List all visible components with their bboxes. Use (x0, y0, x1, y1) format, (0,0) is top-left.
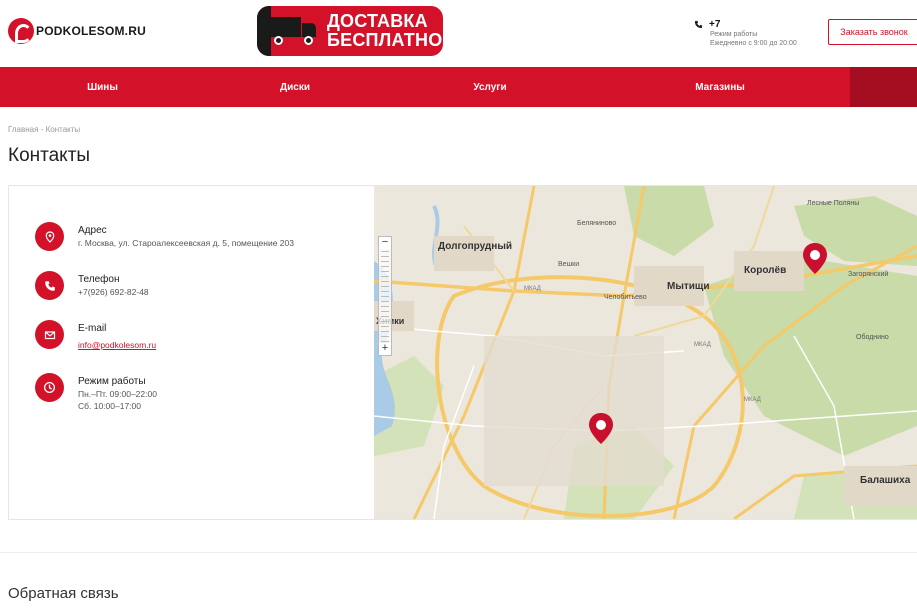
map-label-dolgoprudny: Долгопрудный (438, 241, 512, 252)
callback-button[interactable]: Заказать звонок (828, 19, 917, 45)
contact-info-list: Адрес г. Москва, ул. Староалексеевская д… (35, 222, 294, 432)
map-label-mkad-3: МКАД (744, 397, 761, 403)
email-link[interactable]: info@podkolesom.ru (78, 340, 156, 350)
map-label-obolonino: Ободнино (856, 333, 889, 341)
header-contact-info: +7 Режим работы Ежедневно с 9:00 до 20:0… (694, 20, 797, 48)
breadcrumb-home[interactable]: Главная (8, 125, 38, 134)
map-label-mkad-2: МКАД (694, 342, 711, 348)
map-label-mytishchi: Мытищи (667, 281, 710, 292)
zoom-slider[interactable] (381, 251, 389, 343)
main-nav: Шины Диски Услуги Магазины (0, 67, 917, 107)
phone-icon (35, 271, 64, 300)
hours-value: Ежедневно с 9:00 до 20:00 (710, 40, 797, 47)
hours-label: Режим работы (710, 31, 758, 38)
map-label-zagoryansky: Загорянский (848, 270, 888, 278)
hours-label: Режим работы (78, 376, 146, 387)
site-logo[interactable]: PODKOLESOM.RU (8, 18, 146, 44)
contact-email: E-mail info@podkolesom.ru (35, 320, 294, 353)
map-zoom-control: − + (378, 236, 392, 356)
section-divider (0, 552, 917, 553)
nav-item-wheels[interactable]: Диски (205, 67, 385, 107)
truck-icon (271, 17, 317, 45)
map-label-balashikha: Балашиха (860, 475, 911, 486)
phone-value[interactable]: +7(926) 692-82-48 (78, 286, 149, 298)
breadcrumb-separator: - (40, 125, 44, 134)
nav-item-services[interactable]: Услуги (385, 67, 595, 107)
clock-icon (35, 373, 64, 402)
logo-text: PODKOLESOM.RU (36, 24, 146, 38)
map-canvas[interactable]: Долгопрудный Мытищи Королёв Химки Балаши… (374, 186, 917, 519)
address-value: г. Москва, ул. Староалексеевская д. 5, п… (78, 238, 294, 248)
promo-text: ДОСТАВКА БЕСПЛАТНО (327, 11, 443, 50)
feedback-title: Обратная связь (8, 585, 119, 602)
map-label-belyaninovo: Беляниново (577, 220, 616, 227)
hours-saturday: Сб. 10:00–17:00 (78, 401, 141, 411)
site-header: PODKOLESOM.RU ДОСТАВКА БЕСПЛАТНО +7 Режи… (0, 0, 917, 67)
breadcrumb: Главная - Контакты (8, 125, 80, 134)
hours-weekdays: Пн.–Пт. 09:00–22:00 (78, 389, 157, 399)
map-label-korolev: Королёв (744, 265, 786, 276)
nav-end-block[interactable] (850, 67, 917, 107)
map-label-lesnye-polyany: Лесные Поляны (807, 200, 859, 207)
contact-hours: Режим работы Пн.–Пт. 09:00–22:00 Сб. 10:… (35, 373, 294, 412)
map-label-veshki: Вешки (558, 261, 579, 268)
page-title: Контакты (8, 145, 91, 166)
map-label-mkad-1: МКАД (524, 286, 541, 292)
map-label-chelobitievo: Челобитьево (604, 293, 647, 301)
nav-item-stores[interactable]: Магазины (595, 67, 845, 107)
email-label: E-mail (78, 323, 107, 334)
store-map[interactable]: Долгопрудный Мытищи Королёв Химки Балаши… (374, 186, 917, 519)
zoom-out-button[interactable]: − (379, 237, 391, 249)
address-label: Адрес (78, 225, 107, 236)
zoom-in-button[interactable]: + (379, 343, 391, 355)
breadcrumb-current: Контакты (45, 125, 81, 134)
logo-icon (8, 18, 34, 44)
contact-address: Адрес г. Москва, ул. Староалексеевская д… (35, 222, 294, 251)
location-pin-icon (35, 222, 64, 251)
contact-phone: Телефон +7(926) 692-82-48 (35, 271, 294, 300)
envelope-icon (35, 320, 64, 349)
header-phone[interactable]: +7 (709, 20, 720, 30)
free-delivery-banner[interactable]: ДОСТАВКА БЕСПЛАТНО (257, 6, 443, 56)
phone-label: Телефон (78, 274, 120, 285)
nav-item-tires[interactable]: Шины (0, 67, 205, 107)
phone-icon (694, 20, 703, 29)
